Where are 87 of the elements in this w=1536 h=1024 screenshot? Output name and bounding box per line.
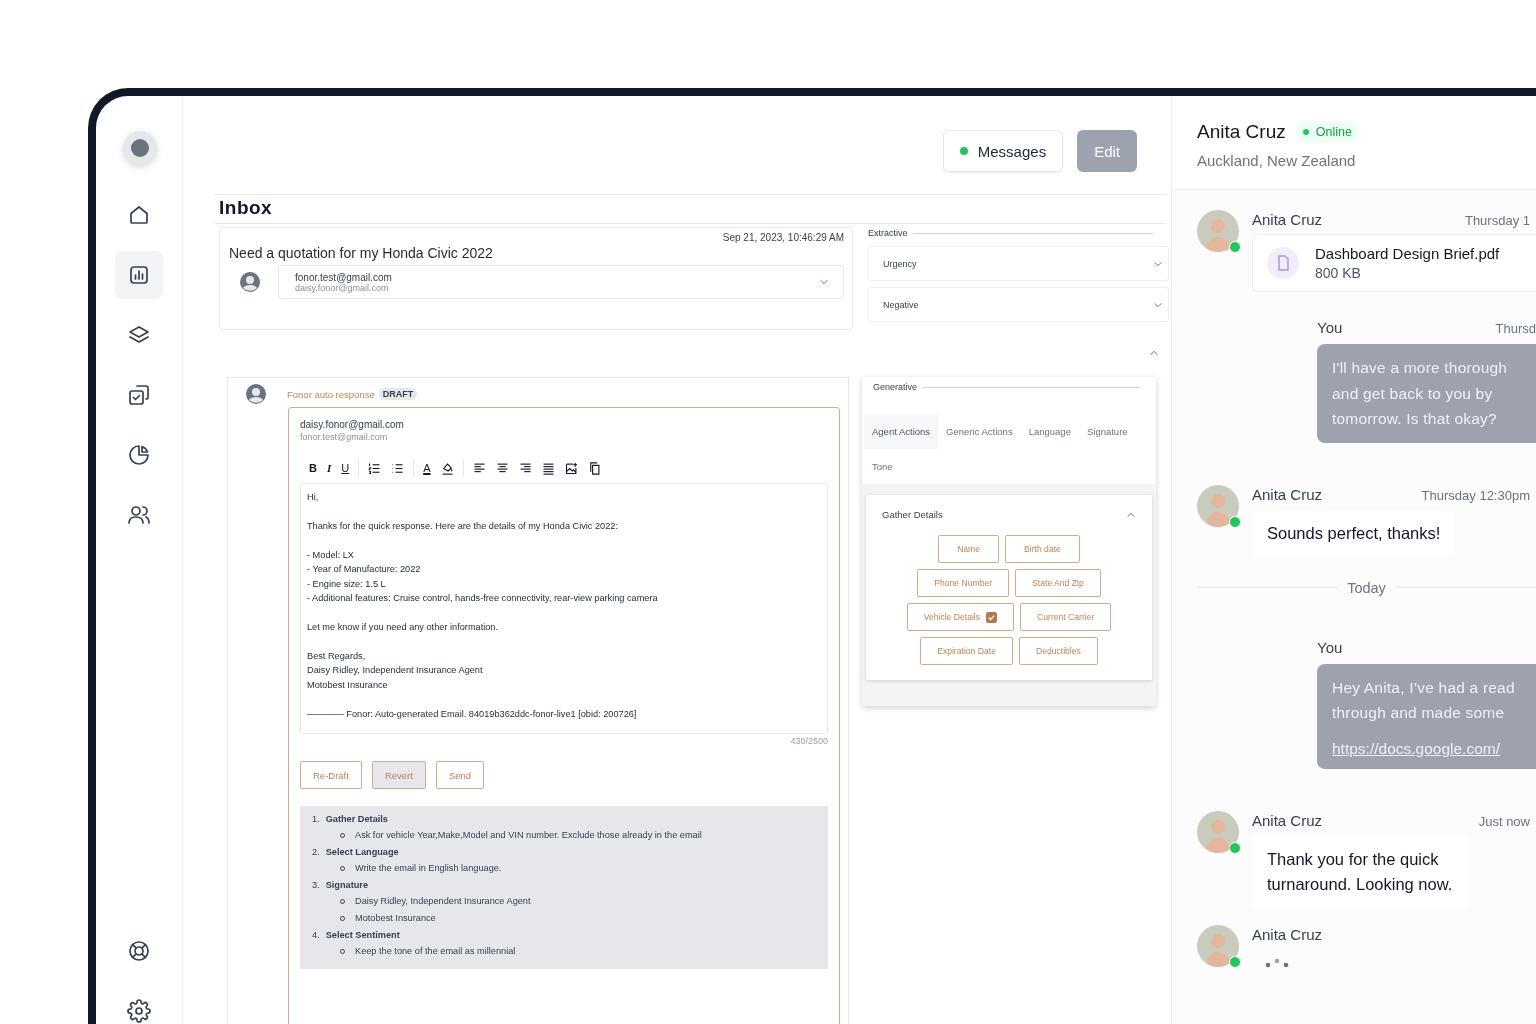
image-icon[interactable]: [563, 460, 579, 476]
section-legend: Generative: [873, 382, 918, 392]
tab[interactable]: Agent Actions: [864, 414, 939, 449]
user-avatar-icon: [240, 272, 260, 292]
detail-chip[interactable]: Vehicle Details: [906, 603, 1015, 631]
underline-button[interactable]: U: [338, 462, 353, 474]
email-timestamp: Sep 21, 2023, 10:46:29 AM: [722, 232, 844, 243]
step-number: 1.: [312, 814, 320, 824]
tab[interactable]: Signature: [1078, 414, 1136, 449]
message-time: Thursday 12:30pm: [1421, 487, 1530, 503]
detail-chip[interactable]: Phone Number: [917, 569, 1010, 597]
home-icon: [127, 203, 151, 227]
email-body-field[interactable]: Hi, Thanks for the quick response. Here are the details of my Honda Civic 2022: - Model: LX - Year of Manufacture: 2022 - Engine size: 1.5 L - Additional features: Cruise control, hands-free connectivity, rear-view parking camera Let me know if you need any other information. Best Regards, Daisy Ridley, Independent Insurance Agent Motobest Insurance ———— Fonor: Auto-generated Email. 84019b362ddc-fonor-live1 [obid: 200726]: [300, 483, 828, 734]
detail-chip[interactable]: Name: [938, 535, 1000, 563]
bar-chart-nav-button[interactable]: [115, 251, 163, 299]
message-time: Thursday 1: [1464, 213, 1530, 228]
message-bubble: I'll have a more thorough and get back to you by tomorrow. Is that okay?: [1317, 344, 1536, 443]
detail-chip[interactable]: Deductibles: [1018, 637, 1098, 665]
step-number: 4.: [312, 930, 320, 940]
message-author: You: [1317, 638, 1343, 656]
tab[interactable]: Tone: [864, 449, 901, 484]
text-color-button[interactable]: A: [420, 462, 434, 474]
italic-button[interactable]: I: [323, 462, 335, 474]
recipient-email: fonor.test@gmail.com: [300, 432, 389, 442]
contact-name: Anita Cruz: [1197, 121, 1286, 143]
section-legend: Extractive: [868, 228, 908, 238]
messages-button[interactable]: Messages: [942, 130, 1064, 172]
message-author: Anita Cruz: [1252, 211, 1323, 228]
avatar-icon: [1197, 484, 1239, 527]
step-title: Gather Details: [325, 814, 388, 824]
pie-chart-icon: [127, 443, 151, 467]
message-bubble: Hey Anita, I’ve had a read through and made some https://docs.google.com/: [1317, 663, 1536, 769]
detail-chip[interactable]: Current Carrier: [1020, 603, 1112, 631]
checkbox-icon[interactable]: [986, 611, 998, 623]
detail-chip[interactable]: State And Zip: [1015, 569, 1101, 597]
step-detail: Ask for vehicle Year,Make,Model and VIN number. Exclude those already in the email: [355, 830, 702, 840]
draft-badge: DRAFT: [378, 388, 418, 400]
users-icon: [127, 503, 151, 527]
page-title: Inbox: [219, 197, 274, 219]
message-author: Anita Cruz: [1252, 811, 1323, 829]
select-field[interactable]: Negative: [868, 287, 1169, 322]
step-title: Signature: [325, 880, 369, 890]
avatar-icon: [1197, 924, 1239, 967]
sender-email: daisy.fonor@gmail.com: [300, 419, 405, 430]
document-icon: [1267, 247, 1299, 279]
draft-label: Fonor auto response: [287, 388, 375, 400]
section-title: Gather Details: [882, 509, 943, 520]
settings-icon: [127, 999, 151, 1023]
date-divider: Today: [1347, 579, 1386, 596]
detail-chip[interactable]: Birth date: [1005, 535, 1080, 563]
checklist-icon: [127, 383, 151, 407]
avatar-icon: [1197, 210, 1239, 252]
file-name: Dashboard Design Brief.pdf: [1315, 245, 1500, 262]
select-field[interactable]: Urgency: [868, 246, 1169, 281]
lifebuoy-icon: [127, 939, 151, 963]
tab[interactable]: Generic Actions: [938, 414, 1021, 449]
message-time: Thursd: [1495, 321, 1536, 336]
bar-chart-icon: [127, 263, 151, 287]
chevron-up-icon[interactable]: [1149, 348, 1159, 358]
step-detail: Motobest Insurance: [355, 913, 436, 923]
step-detail: Keep the tone of the email as millennial: [355, 946, 516, 956]
step-title: Select Language: [325, 847, 399, 857]
file-size: 800 KB: [1315, 265, 1362, 281]
bold-button[interactable]: B: [306, 462, 320, 474]
address-dropdown[interactable]: fonor.test@gmail.com daisy.fonor@gmail.com: [278, 265, 844, 299]
contact-location: Auckland, New Zealand: [1197, 152, 1357, 169]
action-button[interactable]: Send: [435, 761, 485, 789]
message-author: You: [1317, 319, 1343, 336]
logo-icon[interactable]: [121, 130, 158, 166]
message-author: Anita Cruz: [1252, 485, 1323, 503]
tab[interactable]: Language: [1020, 414, 1079, 449]
step-title: Select Sentiment: [325, 930, 400, 940]
detail-chip[interactable]: Expiration Date: [920, 637, 1013, 665]
email-subject: Need a quotation for my Honda Civic 2022: [229, 245, 494, 261]
step-detail: Daisy Ridley, Independent Insurance Agent: [355, 896, 531, 906]
step-number: 3.: [312, 880, 320, 890]
user-avatar-icon: [246, 384, 266, 404]
message-author: Anita Cruz: [1252, 925, 1323, 943]
step-number: 2.: [312, 847, 320, 857]
step-detail: Write the email in English language.: [355, 863, 502, 873]
message-time: Just now: [1478, 813, 1530, 829]
avatar-icon: [1197, 810, 1239, 853]
action-button[interactable]: Re-Draft: [300, 761, 362, 789]
chevron-down-icon: [819, 277, 829, 287]
character-counter: 430/2500: [790, 736, 828, 746]
online-badge: Online: [1295, 122, 1359, 142]
file-attachment[interactable]: Dashboard Design Brief.pdf 800 KB: [1252, 234, 1536, 292]
